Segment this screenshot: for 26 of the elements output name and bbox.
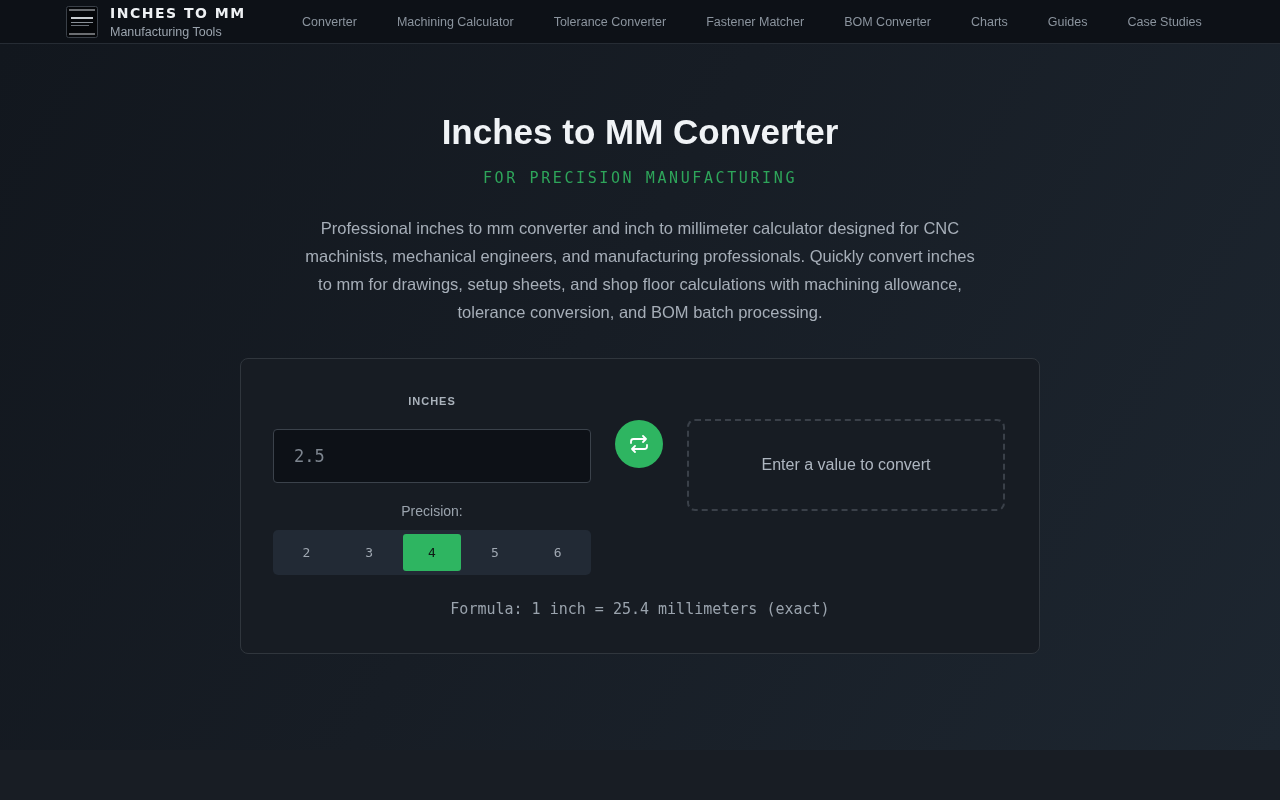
- swap-button[interactable]: [615, 420, 663, 468]
- formula-text: Formula: 1 inch = 25.4 millimeters (exact): [449, 599, 831, 619]
- precision-option[interactable]: 2: [277, 534, 336, 571]
- precision-option[interactable]: 5: [465, 534, 525, 571]
- nav-link[interactable]: Machining Calculator: [396, 14, 514, 29]
- nav-link[interactable]: Converter: [302, 14, 357, 29]
- page-title: Inches to MM Converter: [441, 111, 839, 153]
- nav-link[interactable]: Guides: [1047, 14, 1088, 29]
- nav-link[interactable]: Charts: [971, 14, 1008, 29]
- result-text: Enter a value to convert: [761, 456, 931, 474]
- precision-option[interactable]: 6: [528, 534, 587, 571]
- nav-link[interactable]: Fastener Matcher: [706, 14, 805, 29]
- page-subtitle: FOR PRECISION MANUFACTURING: [483, 168, 797, 188]
- brand-subtitle: Manufacturing Tools: [110, 26, 223, 39]
- nav-link[interactable]: Case Studies: [1127, 14, 1202, 29]
- nav-link[interactable]: Tolerance Converter: [553, 14, 667, 29]
- input-label: INCHES: [407, 394, 457, 408]
- brand-title[interactable]: INCHES TO MM: [110, 6, 246, 21]
- logo-icon[interactable]: [66, 5, 98, 38]
- nav-link[interactable]: BOM Converter: [844, 14, 931, 29]
- description-paragraph: Professional inches to mm converter and inch to millimeter calculator designed for CNC machinists, mechanical engineers, and manufacturing professionals. Quickly convert inches to mm for drawings, setup sheets, and shop floor calculations with machining allowance, tolerance conversion, and BOM batch processing.: [304, 218, 976, 323]
- inches-input-field[interactable]: 2.5: [273, 429, 591, 483]
- precision-option[interactable]: 3: [339, 534, 399, 571]
- precision-label: Precision:: [400, 502, 464, 520]
- precision-option[interactable]: 4: [402, 534, 462, 571]
- swap-arrows-icon: [629, 435, 649, 453]
